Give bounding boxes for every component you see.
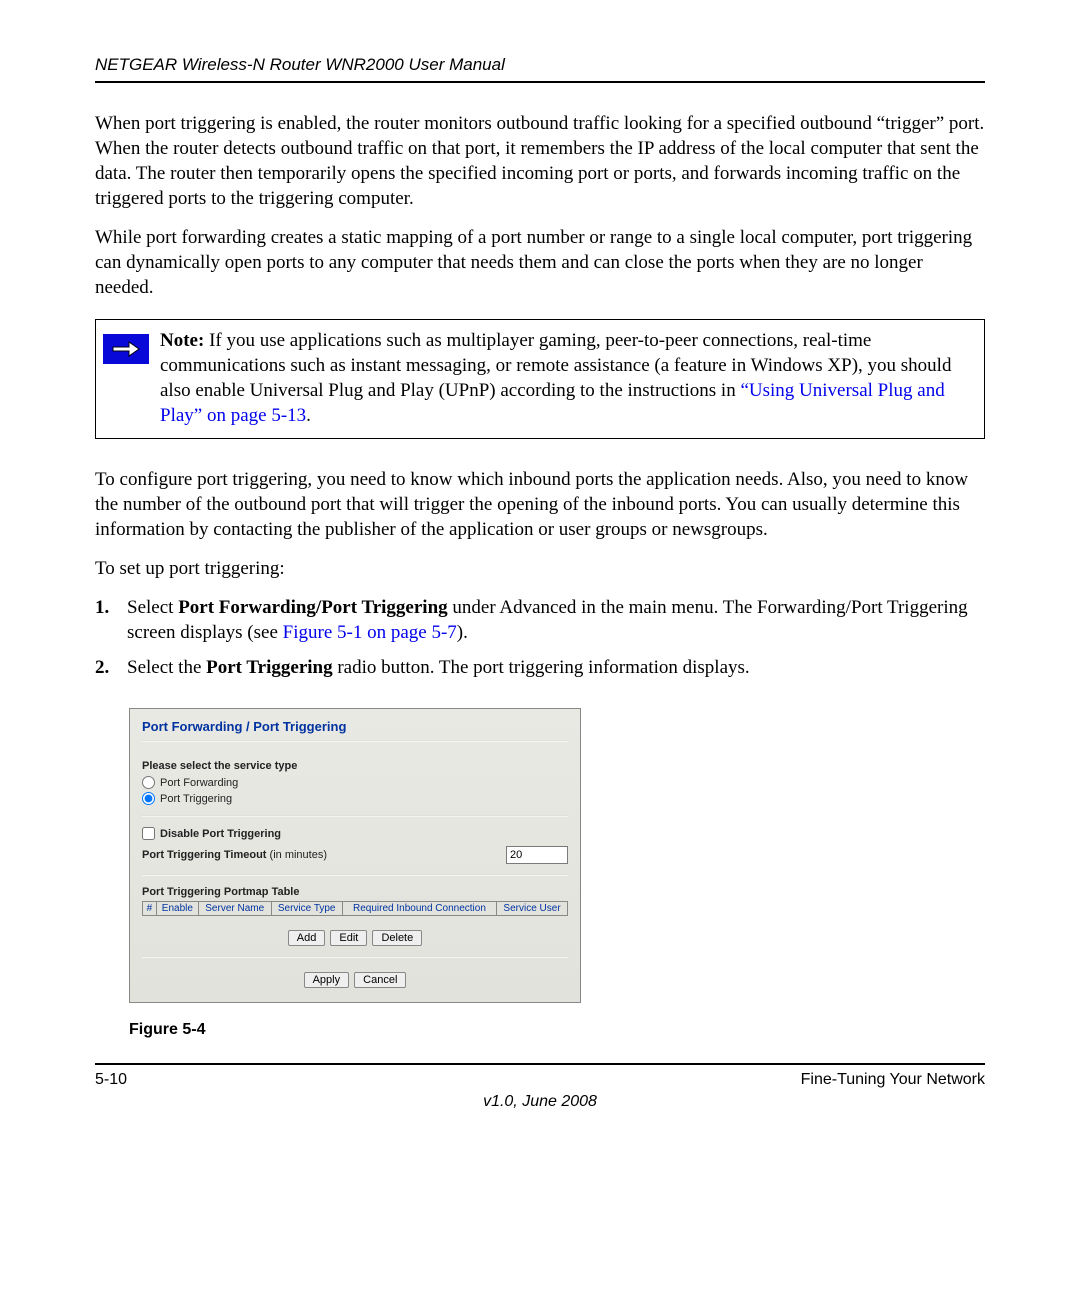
page-footer: 5-10 Fine-Tuning Your Network	[95, 1063, 985, 1089]
step-number: 2.	[95, 655, 127, 680]
col-enable: Enable	[156, 902, 198, 916]
radio-port-triggering[interactable]: Port Triggering	[142, 792, 568, 805]
note-text: Note: If you use applications such as mu…	[156, 320, 984, 438]
step-body: Select the Port Triggering radio button.…	[127, 655, 985, 680]
arrow-right-icon	[103, 334, 149, 364]
step-body: Select Port Forwarding/Port Triggering u…	[127, 595, 985, 645]
add-button[interactable]: Add	[288, 930, 326, 946]
service-type-label: Please select the service type	[142, 760, 568, 772]
col-required-inbound: Required Inbound Connection	[342, 902, 496, 916]
doc-header: NETGEAR Wireless-N Router WNR2000 User M…	[95, 55, 985, 83]
delete-button[interactable]: Delete	[372, 930, 422, 946]
radio-input[interactable]	[142, 776, 155, 789]
section-name: Fine-Tuning Your Network	[801, 1071, 985, 1089]
panel-title: Port Forwarding / Port Triggering	[142, 719, 568, 734]
portmap-table: # Enable Server Name Service Type Requir…	[142, 901, 568, 916]
paragraph: To configure port triggering, you need t…	[95, 467, 985, 542]
col-hash: #	[143, 902, 157, 916]
figure-caption: Figure 5-4	[129, 1021, 985, 1039]
step-number: 1.	[95, 595, 127, 645]
col-service-type: Service Type	[271, 902, 342, 916]
portmap-label: Port Triggering Portmap Table	[142, 886, 568, 898]
disable-port-triggering[interactable]: Disable Port Triggering	[142, 827, 568, 840]
note-label: Note:	[160, 330, 204, 351]
router-screenshot: Port Forwarding / Port Triggering Please…	[129, 708, 581, 1003]
doc-version: v1.0, June 2008	[95, 1093, 985, 1111]
apply-button[interactable]: Apply	[304, 972, 350, 988]
paragraph: When port triggering is enabled, the rou…	[95, 111, 985, 211]
col-server-name: Server Name	[198, 902, 271, 916]
timeout-input[interactable]	[506, 846, 568, 864]
link-figure-5-1[interactable]: Figure 5-1 on page 5-7	[283, 622, 457, 643]
radio-port-forwarding[interactable]: Port Forwarding	[142, 776, 568, 789]
paragraph: To set up port triggering:	[95, 556, 985, 581]
note-box: Note: If you use applications such as mu…	[95, 319, 985, 439]
cancel-button[interactable]: Cancel	[354, 972, 406, 988]
radio-input[interactable]	[142, 792, 155, 805]
checkbox-input[interactable]	[142, 827, 155, 840]
col-service-user: Service User	[497, 902, 568, 916]
page-number: 5-10	[95, 1071, 127, 1089]
edit-button[interactable]: Edit	[330, 930, 367, 946]
timeout-label: Port Triggering Timeout (in minutes)	[142, 849, 327, 861]
paragraph: While port forwarding creates a static m…	[95, 225, 985, 300]
